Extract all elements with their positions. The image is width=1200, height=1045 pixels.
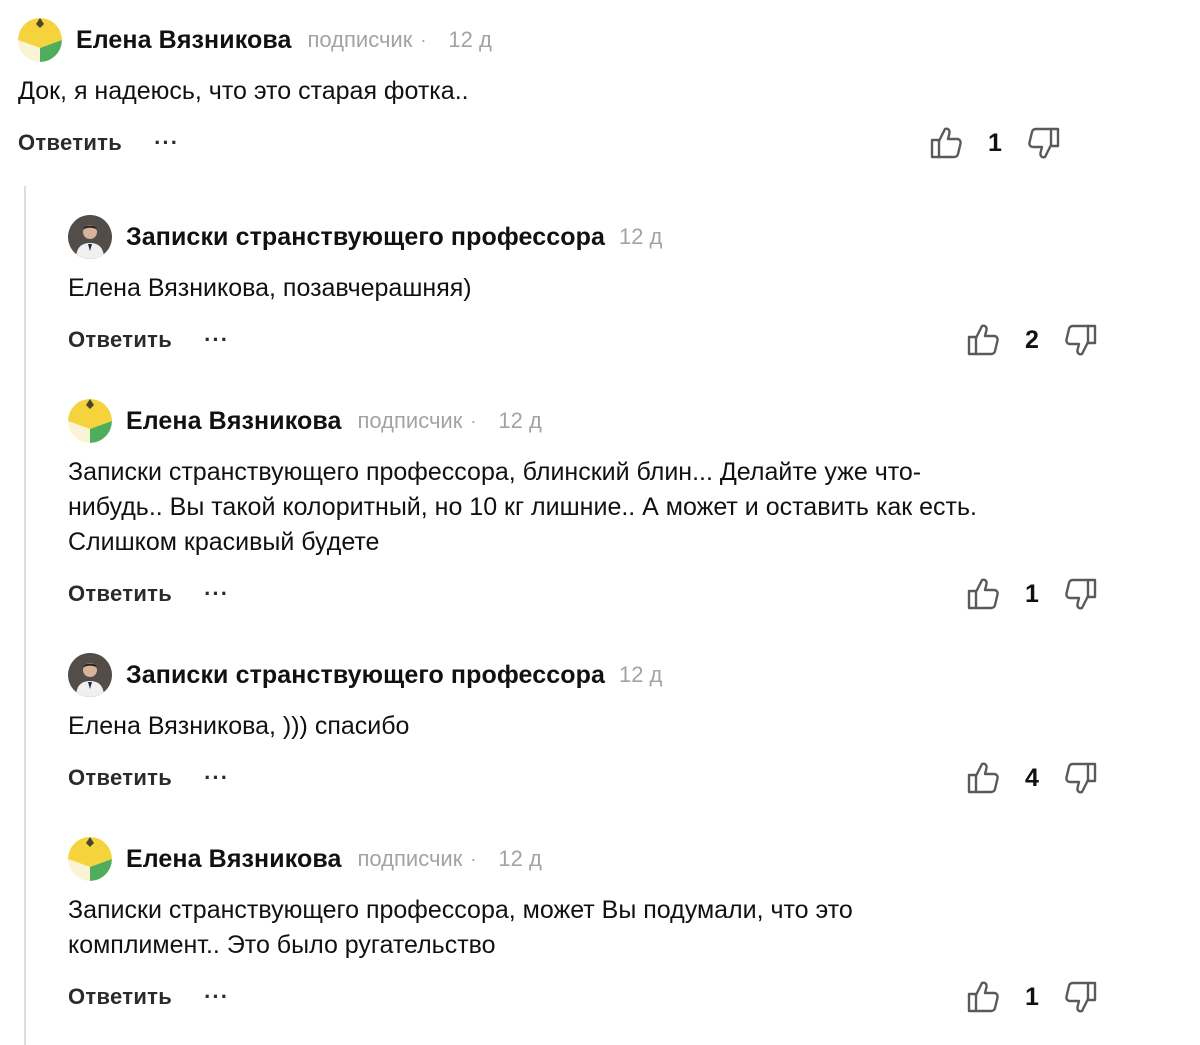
reply-button[interactable]: Ответить [68, 765, 172, 791]
vote-controls: 2 [965, 320, 1099, 360]
comment-time: 12 д [448, 27, 492, 52]
like-count: 1 [1025, 579, 1039, 608]
comment-text-line: нибудь.. Вы такой колоритный, но 10 кг л… [68, 493, 977, 521]
comment-actions: Ответить ··· 4 [68, 758, 1108, 798]
comment-header: Записки странствующего профессора 12 д [68, 651, 1108, 699]
reply-button[interactable]: Ответить [68, 984, 172, 1010]
thumbs-up-icon[interactable] [965, 759, 1003, 797]
vote-controls: 1 [965, 977, 1099, 1017]
more-options-button[interactable]: ··· [204, 329, 229, 351]
thumbs-up-icon[interactable] [965, 321, 1003, 359]
comment-text: Елена Вязникова, ))) спасибо [68, 709, 1108, 744]
author-name[interactable]: Елена Вязникова [126, 845, 342, 874]
comment-text-line: Елена Вязникова, ))) спасибо [68, 712, 410, 740]
reply-button[interactable]: Ответить [68, 327, 172, 353]
vote-controls: 4 [965, 758, 1099, 798]
subscriber-badge: подписчик [357, 846, 463, 871]
avatar[interactable] [68, 215, 112, 259]
comment-text-line: Док, я надеюсь, что это старая фотка.. [18, 77, 469, 105]
comment-header: Елена Вязникова подписчик · 12 д [68, 397, 1108, 445]
comment-time: 12 д [618, 224, 663, 249]
comment-text-line: Записки странствующего профессора, блинс… [68, 458, 922, 486]
thumbs-down-icon[interactable] [1024, 124, 1062, 162]
thumbs-up-icon[interactable] [928, 124, 966, 162]
like-count: 2 [1025, 325, 1039, 354]
comment-time: 12 д [498, 846, 542, 871]
more-options-button[interactable]: ··· [204, 986, 229, 1008]
thumbs-down-icon[interactable] [1061, 759, 1099, 797]
like-count: 1 [988, 128, 1002, 157]
vote-controls: 1 [928, 123, 1062, 163]
author-name[interactable]: Записки странствующего профессора [126, 223, 605, 252]
reply-button[interactable]: Ответить [68, 581, 172, 607]
avatar[interactable] [68, 837, 112, 881]
thumbs-down-icon[interactable] [1061, 978, 1099, 1016]
meta-separator: · [420, 29, 427, 50]
vote-controls: 1 [965, 574, 1099, 614]
comment-text-line: Елена Вязникова, позавчерашняя) [68, 274, 472, 302]
like-count: 1 [1025, 982, 1039, 1011]
comment-actions: Ответить ··· 1 [68, 574, 1108, 614]
author-name[interactable]: Елена Вязникова [126, 407, 342, 436]
reply-button[interactable]: Ответить [18, 130, 122, 156]
comment-text-line: Записки странствующего профессора, может… [68, 896, 853, 924]
comment: Записки странствующего профессора 12 д Е… [68, 651, 1108, 798]
comment-header: Записки странствующего профессора 12 д [68, 213, 1108, 261]
thumbs-up-icon[interactable] [965, 575, 1003, 613]
thumbs-down-icon[interactable] [1061, 321, 1099, 359]
comment-header: Елена Вязникова подписчик · 12 д [68, 835, 1108, 883]
comment: Елена Вязникова подписчик · 12 д Док, я … [18, 16, 1098, 163]
like-count: 4 [1025, 763, 1039, 792]
comment: Елена Вязникова подписчик · 12 д Записки… [68, 835, 1108, 1017]
subscriber-badge: подписчик [307, 27, 413, 52]
author-name[interactable]: Елена Вязникова [76, 26, 292, 55]
comment-text: Записки странствующего профессора, блинс… [68, 455, 1108, 560]
thumbs-down-icon[interactable] [1061, 575, 1099, 613]
meta-separator: · [470, 410, 477, 431]
comments-page: Елена Вязникова подписчик · 12 д Док, я … [0, 0, 1200, 1045]
avatar[interactable] [18, 18, 62, 62]
more-options-button[interactable]: ··· [204, 583, 229, 605]
comment-text: Док, я надеюсь, что это старая фотка.. [18, 74, 1098, 109]
more-options-button[interactable]: ··· [204, 767, 229, 789]
comment-text-line: Слишком красивый будете [68, 528, 380, 556]
avatar[interactable] [68, 399, 112, 443]
comment: Елена Вязникова подписчик · 12 д Записки… [68, 397, 1108, 614]
comment-header: Елена Вязникова подписчик · 12 д [18, 16, 1098, 64]
author-name[interactable]: Записки странствующего профессора [126, 661, 605, 690]
meta-separator: · [470, 848, 477, 869]
reply-thread-line [24, 186, 26, 1045]
comment-actions: Ответить ··· 1 [18, 123, 1098, 163]
comment-text: Записки странствующего профессора, может… [68, 893, 1108, 963]
avatar[interactable] [68, 653, 112, 697]
comment-text: Елена Вязникова, позавчерашняя) [68, 271, 1108, 306]
comment-actions: Ответить ··· 1 [68, 977, 1108, 1017]
comment-time: 12 д [618, 662, 663, 687]
thumbs-up-icon[interactable] [965, 978, 1003, 1016]
comment: Записки странствующего профессора 12 д Е… [68, 213, 1108, 360]
comment-actions: Ответить ··· 2 [68, 320, 1108, 360]
subscriber-badge: подписчик [357, 408, 463, 433]
comment-time: 12 д [498, 408, 542, 433]
comment-text-line: комплимент.. Это было ругательство [68, 931, 496, 959]
more-options-button[interactable]: ··· [154, 132, 179, 154]
